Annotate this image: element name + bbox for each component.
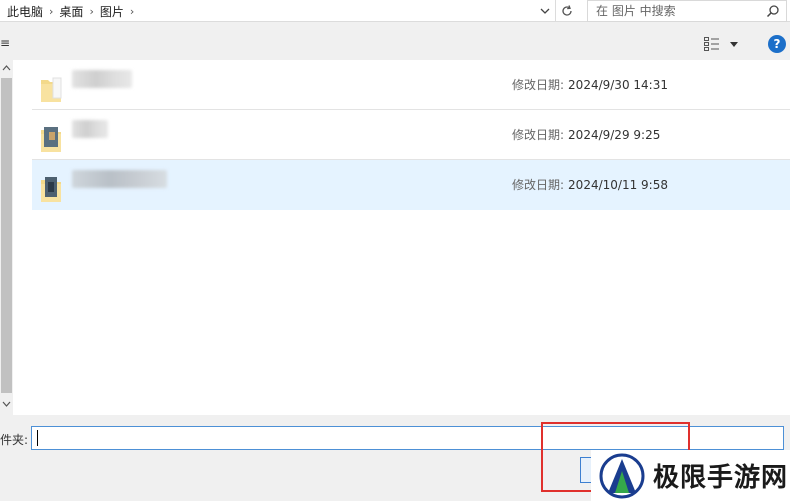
scroll-up-icon[interactable] (0, 64, 13, 76)
modified-label: 修改日期: (512, 78, 565, 92)
watermark: 极限手游网 (591, 450, 790, 501)
breadcrumb-separator-icon[interactable]: › (46, 5, 56, 18)
folder-label: 件夹: (0, 433, 29, 447)
breadcrumb-item-desktop[interactable]: 桌面 (56, 3, 86, 20)
breadcrumb-separator-icon[interactable]: › (86, 5, 96, 18)
modified-value: 2024/9/30 14:31 (568, 78, 668, 92)
address-history-dropdown[interactable] (536, 0, 554, 22)
search-input[interactable] (588, 1, 758, 21)
breadcrumb-item-this-pc[interactable]: 此电脑 (4, 3, 46, 20)
refresh-icon (561, 5, 572, 16)
organize-menu-edge[interactable]: ≡ (0, 36, 10, 50)
modified-label: 修改日期: (512, 178, 565, 192)
search-icon[interactable] (766, 4, 780, 18)
caret-down-icon (730, 41, 738, 47)
modified-value: 2024/10/11 9:58 (568, 178, 668, 192)
folder-icon (41, 77, 62, 102)
chevron-down-icon (540, 8, 550, 14)
modified-value: 2024/9/29 9:25 (568, 128, 661, 142)
toolbar: ≡ ? (0, 28, 790, 60)
breadcrumb[interactable]: 此电脑 › 桌面 › 图片 › (0, 0, 552, 22)
modified-label: 修改日期: (512, 128, 565, 142)
modified-date: 修改日期: 2024/9/29 9:25 (512, 126, 660, 143)
search-box[interactable] (587, 0, 787, 22)
list-item[interactable]: 修改日期: 2024/9/30 14:31 (32, 60, 790, 110)
modified-date: 修改日期: 2024/9/30 14:31 (512, 76, 668, 93)
breadcrumb-separator-icon[interactable]: › (127, 5, 137, 18)
refresh-button[interactable] (555, 0, 577, 22)
details-view-icon (704, 37, 719, 51)
file-name-redacted (72, 120, 108, 138)
watermark-logo-icon (599, 453, 645, 498)
scroll-down-icon[interactable] (0, 400, 13, 412)
watermark-text: 极限手游网 (653, 463, 789, 493)
folder-icon (41, 127, 61, 152)
address-bar-row: 此电脑 › 桌面 › 图片 › (0, 0, 790, 22)
folder-icon (41, 177, 61, 202)
modified-date: 修改日期: 2024/10/11 9:58 (512, 176, 668, 193)
help-button[interactable]: ? (768, 35, 786, 53)
file-name-redacted (72, 170, 167, 188)
file-name-redacted (72, 70, 132, 88)
vertical-scrollbar[interactable] (0, 60, 13, 415)
change-view-button[interactable] (704, 36, 744, 52)
breadcrumb-item-pictures[interactable]: 图片 (97, 3, 127, 20)
file-list: 修改日期: 2024/9/30 14:31 修改日期: 2024/9/29 9:25 (32, 60, 790, 210)
list-item[interactable]: 修改日期: 2024/9/29 9:25 (32, 110, 790, 160)
scrollbar-thumb[interactable] (1, 78, 12, 393)
text-caret (37, 430, 38, 446)
list-item-selected[interactable]: 修改日期: 2024/10/11 9:58 (32, 160, 790, 210)
file-list-pane: 修改日期: 2024/9/30 14:31 修改日期: 2024/9/29 9:25 (0, 60, 790, 415)
